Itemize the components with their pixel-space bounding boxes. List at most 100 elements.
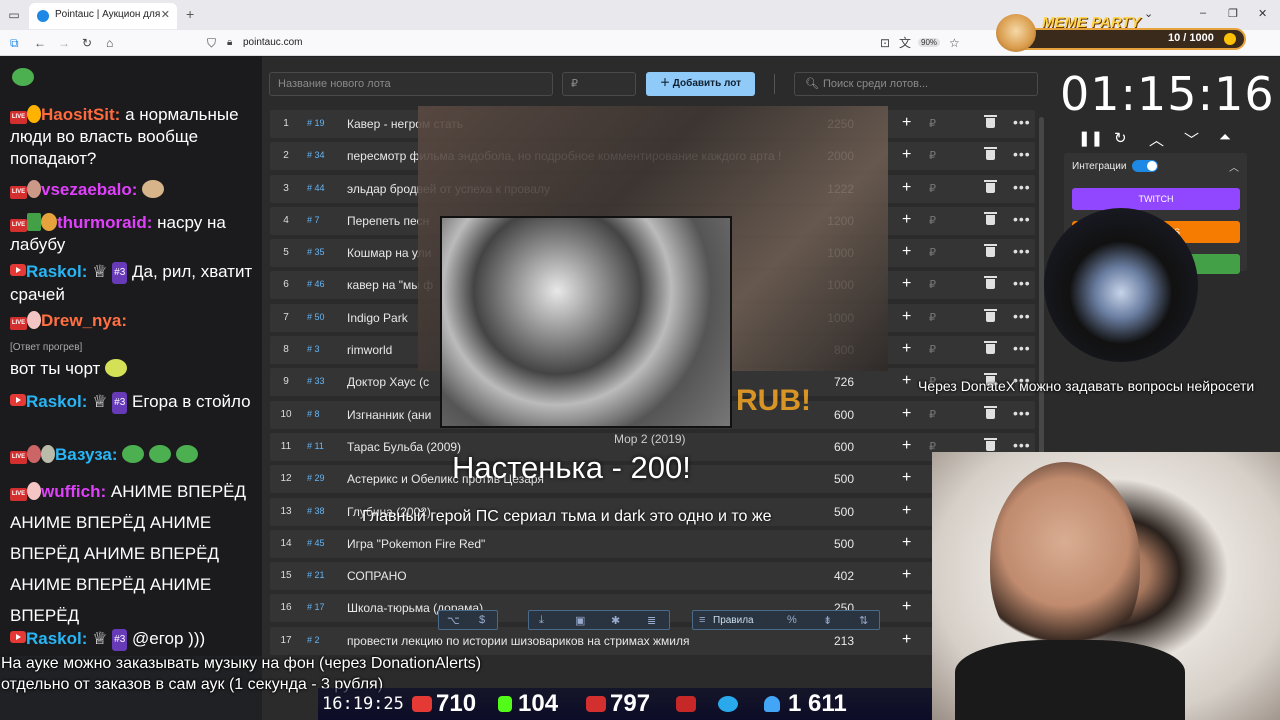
url-bar[interactable]: pointauc.com xyxy=(243,37,302,48)
tab-overview-icon[interactable]: ▭ xyxy=(7,8,21,22)
close-window-icon[interactable]: ✕ xyxy=(1258,7,1267,20)
shield-icon[interactable]: ⛉ xyxy=(207,36,216,50)
delete-icon[interactable] xyxy=(984,115,997,128)
lot-row[interactable]: 15 # 21 СОПРАНО 402 + xyxy=(270,562,1035,591)
new-tab-icon[interactable]: + xyxy=(186,6,194,22)
ruble-icon[interactable]: ₽ xyxy=(929,246,936,259)
twitch-integration-button[interactable]: TWITCH xyxy=(1072,188,1240,210)
link-button-group: ⌥ $ xyxy=(438,610,498,630)
delete-icon[interactable] xyxy=(984,179,997,193)
add-amount-icon[interactable]: + xyxy=(902,372,911,390)
more-options-icon[interactable]: ••• xyxy=(1013,146,1031,162)
delete-icon[interactable] xyxy=(984,341,997,355)
download-icon[interactable]: ⤓ xyxy=(539,614,544,627)
clear-list-icon[interactable]: ≣ xyxy=(647,614,656,627)
translate-icon[interactable]: 文 xyxy=(899,36,911,50)
add-amount-icon[interactable]: + xyxy=(902,598,911,616)
add-amount-icon[interactable]: + xyxy=(902,114,911,132)
ruble-icon[interactable]: ₽ xyxy=(929,278,936,291)
add-amount-icon[interactable]: + xyxy=(902,308,911,326)
more-options-icon[interactable]: ••• xyxy=(1013,243,1031,259)
ruble-icon[interactable]: ₽ xyxy=(929,343,936,356)
ruble-icon[interactable]: ₽ xyxy=(929,149,936,162)
collapse-icon[interactable]: ︿ xyxy=(1229,159,1239,174)
zoom-level[interactable]: 90% xyxy=(918,38,941,47)
chat-username: Raskol: xyxy=(26,629,88,648)
lot-name[interactable]: Игра "Pokemon Fire Red" xyxy=(347,537,817,551)
ruble-icon[interactable]: ₽ xyxy=(929,311,936,324)
more-options-icon[interactable]: ••• xyxy=(1013,211,1031,227)
add-amount-icon[interactable]: + xyxy=(902,179,911,197)
bug-icon[interactable]: ✱ xyxy=(611,614,620,627)
new-lot-input[interactable]: Название нового лота xyxy=(269,72,553,96)
delete-icon[interactable] xyxy=(984,276,997,290)
chat-message: LIVE vsezaebalo: xyxy=(10,179,258,201)
chat-text: вот ты чорт xyxy=(10,359,101,378)
lock-icon[interactable]: 🔒︎ xyxy=(227,36,232,50)
more-options-icon[interactable]: ••• xyxy=(1013,340,1031,356)
pause-icon[interactable]: ❚❚ xyxy=(1078,129,1103,147)
home-icon[interactable]: ⌂ xyxy=(106,36,113,50)
add-amount-icon[interactable]: + xyxy=(902,243,911,261)
double-chevron-up-icon[interactable]: ⏶ xyxy=(1219,129,1231,146)
add-amount-icon[interactable]: + xyxy=(902,405,911,423)
merge-icon[interactable]: ⇟ xyxy=(823,614,832,627)
add-amount-icon[interactable]: + xyxy=(902,534,911,552)
ruble-icon[interactable]: ₽ xyxy=(929,214,936,227)
reader-icon[interactable]: ⊡ xyxy=(880,36,890,50)
lot-row[interactable]: 14 # 45 Игра "Pokemon Fire Red" 500 + xyxy=(270,529,1035,558)
back-icon[interactable]: ← xyxy=(34,36,46,50)
lot-search-input[interactable]: 🔍︎ Поиск среди лотов... xyxy=(794,72,1038,96)
chat-message: LIVE HaositSit: а нормальные люди во влас… xyxy=(10,104,258,170)
add-amount-icon[interactable]: + xyxy=(902,566,911,584)
ruble-icon[interactable]: ₽ xyxy=(929,117,936,130)
close-tab-icon[interactable]: ✕ xyxy=(161,8,170,21)
delete-icon[interactable] xyxy=(984,211,997,225)
save-icon[interactable]: ▣ xyxy=(575,614,585,627)
reload-icon[interactable]: ↻ xyxy=(82,36,92,50)
more-options-icon[interactable]: ••• xyxy=(1013,437,1031,453)
add-amount-icon[interactable]: + xyxy=(902,631,911,649)
restart-icon[interactable]: ↻ xyxy=(1114,129,1127,147)
chevron-down-icon[interactable]: ﹀ xyxy=(1184,129,1199,150)
more-options-icon[interactable]: ••• xyxy=(1013,308,1031,324)
lot-name[interactable]: провести лекцию по истории шизовариков н… xyxy=(347,634,817,648)
github-icon[interactable]: ⌥ xyxy=(447,614,460,627)
ruble-icon[interactable]: ₽ xyxy=(929,408,936,421)
add-amount-icon[interactable]: + xyxy=(902,437,911,455)
add-amount-icon[interactable]: + xyxy=(902,275,911,293)
add-amount-icon[interactable]: + xyxy=(902,502,911,520)
dollar-icon[interactable]: $ xyxy=(479,614,485,626)
add-lot-button[interactable]: ＋ Добавить лот xyxy=(646,72,755,96)
browser-tab[interactable]: Pointauc | Аукцион для стримеров ✕ xyxy=(29,3,177,29)
more-options-icon[interactable]: ••• xyxy=(1013,405,1031,421)
lot-amount-input[interactable]: ₽ xyxy=(562,72,636,96)
lot-row[interactable]: 17 # 2 провести лекцию по истории шизовари… xyxy=(270,626,1035,655)
lot-id: # 21 xyxy=(307,570,325,581)
lot-index: 5 xyxy=(283,247,289,259)
add-amount-icon[interactable]: + xyxy=(902,211,911,229)
more-options-icon[interactable]: ••• xyxy=(1013,179,1031,195)
percent-icon[interactable]: % xyxy=(787,614,797,626)
bookmark-star-icon[interactable]: ☆ xyxy=(949,36,960,50)
add-amount-icon[interactable]: + xyxy=(902,146,911,164)
chevron-up-icon[interactable]: ︿ xyxy=(1149,129,1164,150)
delete-icon[interactable] xyxy=(984,244,997,258)
sidebar-icon[interactable]: ⧉ xyxy=(10,36,19,50)
forward-icon[interactable]: → xyxy=(58,36,70,50)
delete-icon[interactable] xyxy=(984,308,997,322)
lot-name[interactable]: СОПРАНО xyxy=(347,569,817,583)
more-options-icon[interactable]: ••• xyxy=(1013,275,1031,291)
delete-icon[interactable] xyxy=(984,437,997,451)
add-amount-icon[interactable]: + xyxy=(902,340,911,358)
sort-icon[interactable]: ⇅ xyxy=(859,614,868,627)
delete-icon[interactable] xyxy=(984,405,997,419)
integrations-toggle[interactable] xyxy=(1132,160,1158,172)
delete-icon[interactable] xyxy=(984,147,997,161)
add-amount-icon[interactable]: + xyxy=(902,469,911,487)
search-placeholder: Поиск среди лотов... xyxy=(823,78,929,90)
rules-button[interactable]: Правила xyxy=(713,615,754,626)
pointauc-favicon-icon xyxy=(37,10,49,22)
more-options-icon[interactable]: ••• xyxy=(1013,114,1031,130)
ruble-icon[interactable]: ₽ xyxy=(929,182,936,195)
